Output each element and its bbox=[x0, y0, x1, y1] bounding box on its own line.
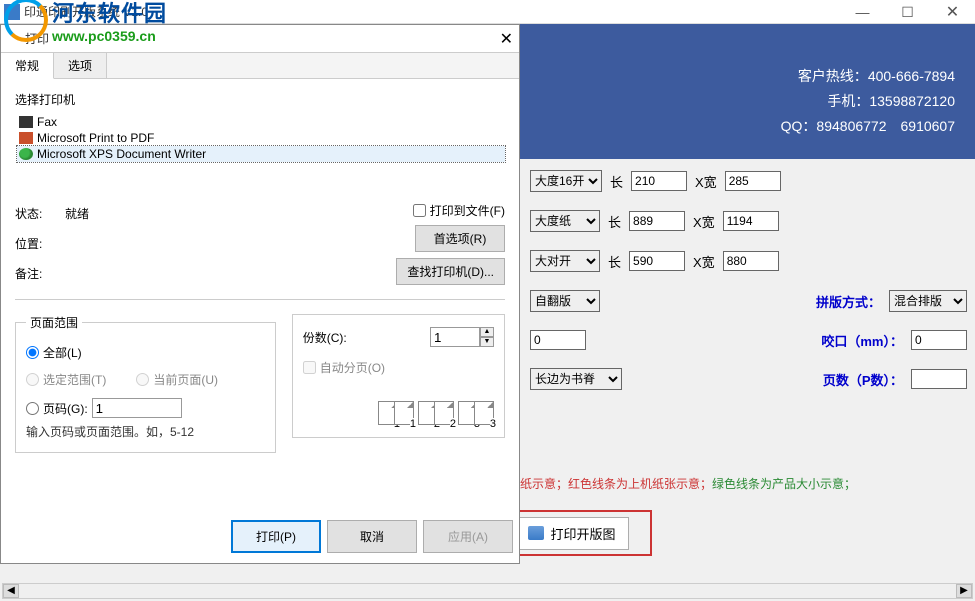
layout-mode-select[interactable]: 混合排版 bbox=[889, 290, 967, 312]
printer-icon bbox=[528, 526, 544, 540]
status-label: 状态: bbox=[15, 205, 65, 222]
bite-label: 咬口（mm）： bbox=[821, 331, 903, 350]
cancel-button[interactable]: 取消 bbox=[327, 520, 417, 553]
pages-input[interactable] bbox=[92, 398, 182, 418]
apply-button: 应用(A) bbox=[423, 520, 513, 553]
pdf-printer-icon bbox=[19, 132, 33, 144]
size1-select[interactable]: 大度16开 bbox=[530, 170, 602, 192]
location-label: 位置: bbox=[15, 235, 65, 252]
dialog-title: 打印 bbox=[7, 30, 49, 47]
hotline-value: 400-666-7894 bbox=[868, 68, 955, 84]
select-printer-label: 选择打印机 bbox=[15, 91, 505, 108]
spinner-up-icon[interactable]: ▲ bbox=[480, 327, 494, 337]
size3-length[interactable] bbox=[629, 251, 685, 271]
mobile-value: 13598872120 bbox=[869, 93, 955, 109]
collate-preview-icons: 11 22 33 bbox=[303, 401, 494, 425]
flip-select[interactable]: 自翻版 bbox=[530, 290, 600, 312]
size-row-2: 大度纸 长 X宽 bbox=[530, 210, 967, 232]
qq-value: 894806772 6910607 bbox=[816, 118, 955, 134]
size-row-1: 大度16开 长 X宽 bbox=[530, 170, 967, 192]
close-button[interactable]: ✕ bbox=[930, 0, 975, 24]
minimize-button[interactable]: ― bbox=[840, 0, 885, 24]
copies-label: 份数(C): bbox=[303, 329, 347, 346]
collate-checkbox: 自动分页(O) bbox=[303, 359, 385, 376]
radio-selection: 选定范围(T) bbox=[26, 371, 106, 388]
scroll-right-icon[interactable]: ▶ bbox=[956, 584, 972, 598]
imposition-form: 大度16开 长 X宽 大度纸 长 X宽 大对开 长 X宽 自翻版 拼版方式： 混… bbox=[530, 170, 967, 390]
comment-label: 备注: bbox=[15, 265, 65, 282]
page-range-legend: 页面范围 bbox=[26, 314, 82, 331]
status-value: 就绪 bbox=[65, 205, 265, 222]
tab-options[interactable]: 选项 bbox=[54, 53, 107, 78]
printer-list[interactable]: Fax Microsoft Print to PDF Microsoft XPS… bbox=[15, 112, 505, 182]
size3-width[interactable] bbox=[723, 251, 779, 271]
qq-label: QQ： bbox=[781, 118, 817, 134]
print-dialog: 打印 ✕ 常规 选项 选择打印机 Fax Microsoft Print to … bbox=[0, 24, 520, 564]
dialog-close-icon[interactable]: ✕ bbox=[500, 29, 513, 49]
radio-all[interactable]: 全部(L) bbox=[26, 344, 265, 361]
preferences-button[interactable]: 首选项(R) bbox=[415, 225, 505, 252]
size1-length[interactable] bbox=[631, 171, 687, 191]
hotline-label: 客户热线： bbox=[798, 68, 868, 84]
print-button[interactable]: 打印(P) bbox=[231, 520, 321, 553]
legend-hint: 纸示意；红色线条为上机纸张示意；绿色线条为产品大小示意； bbox=[520, 475, 965, 492]
radio-current: 当前页面(U) bbox=[136, 371, 218, 388]
printer-item-fax[interactable]: Fax bbox=[17, 114, 505, 130]
mobile-label: 手机： bbox=[827, 93, 869, 109]
print-to-file-checkbox[interactable]: 打印到文件(F) bbox=[413, 202, 505, 219]
tab-general[interactable]: 常规 bbox=[1, 53, 54, 79]
bite-input[interactable] bbox=[911, 330, 967, 350]
copies-spinner[interactable]: ▲▼ bbox=[430, 327, 494, 347]
printer-item-pdf[interactable]: Microsoft Print to PDF bbox=[17, 130, 505, 146]
main-titlebar: 印通印刷开版系统 V1.0 ― ☐ ✕ bbox=[0, 0, 975, 24]
size2-length[interactable] bbox=[629, 211, 685, 231]
size2-width[interactable] bbox=[723, 211, 779, 231]
app-title: 印通印刷开版系统 V1.0 bbox=[24, 3, 148, 20]
size2-select[interactable]: 大度纸 bbox=[530, 210, 600, 232]
layout-mode-label: 拼版方式： bbox=[816, 292, 881, 311]
radio-pages[interactable]: 页码(G): bbox=[26, 398, 265, 418]
printer-item-xps[interactable]: Microsoft XPS Document Writer bbox=[17, 146, 505, 162]
size3-select[interactable]: 大对开 bbox=[530, 250, 600, 272]
print-layout-button[interactable]: 打印开版图 bbox=[515, 517, 628, 550]
maximize-button[interactable]: ☐ bbox=[885, 0, 930, 24]
pages-input[interactable] bbox=[911, 369, 967, 389]
find-printer-button[interactable]: 查找打印机(D)... bbox=[396, 258, 505, 285]
dialog-tabs: 常规 选项 bbox=[1, 53, 519, 79]
horizontal-scrollbar[interactable]: ◀ ▶ bbox=[2, 583, 973, 599]
spine-select[interactable]: 长边为书脊 bbox=[530, 368, 622, 390]
size-row-3: 大对开 长 X宽 bbox=[530, 250, 967, 272]
page-range-hint: 输入页码或页面范围。如，5-12 bbox=[26, 423, 265, 440]
pages-label: 页数（P数）： bbox=[823, 370, 903, 389]
app-icon bbox=[4, 4, 20, 20]
xps-printer-icon bbox=[19, 148, 33, 160]
scroll-left-icon[interactable]: ◀ bbox=[3, 584, 19, 598]
extra-input[interactable] bbox=[530, 330, 586, 350]
fax-icon bbox=[19, 116, 33, 128]
spinner-down-icon[interactable]: ▼ bbox=[480, 337, 494, 347]
size1-width[interactable] bbox=[725, 171, 781, 191]
